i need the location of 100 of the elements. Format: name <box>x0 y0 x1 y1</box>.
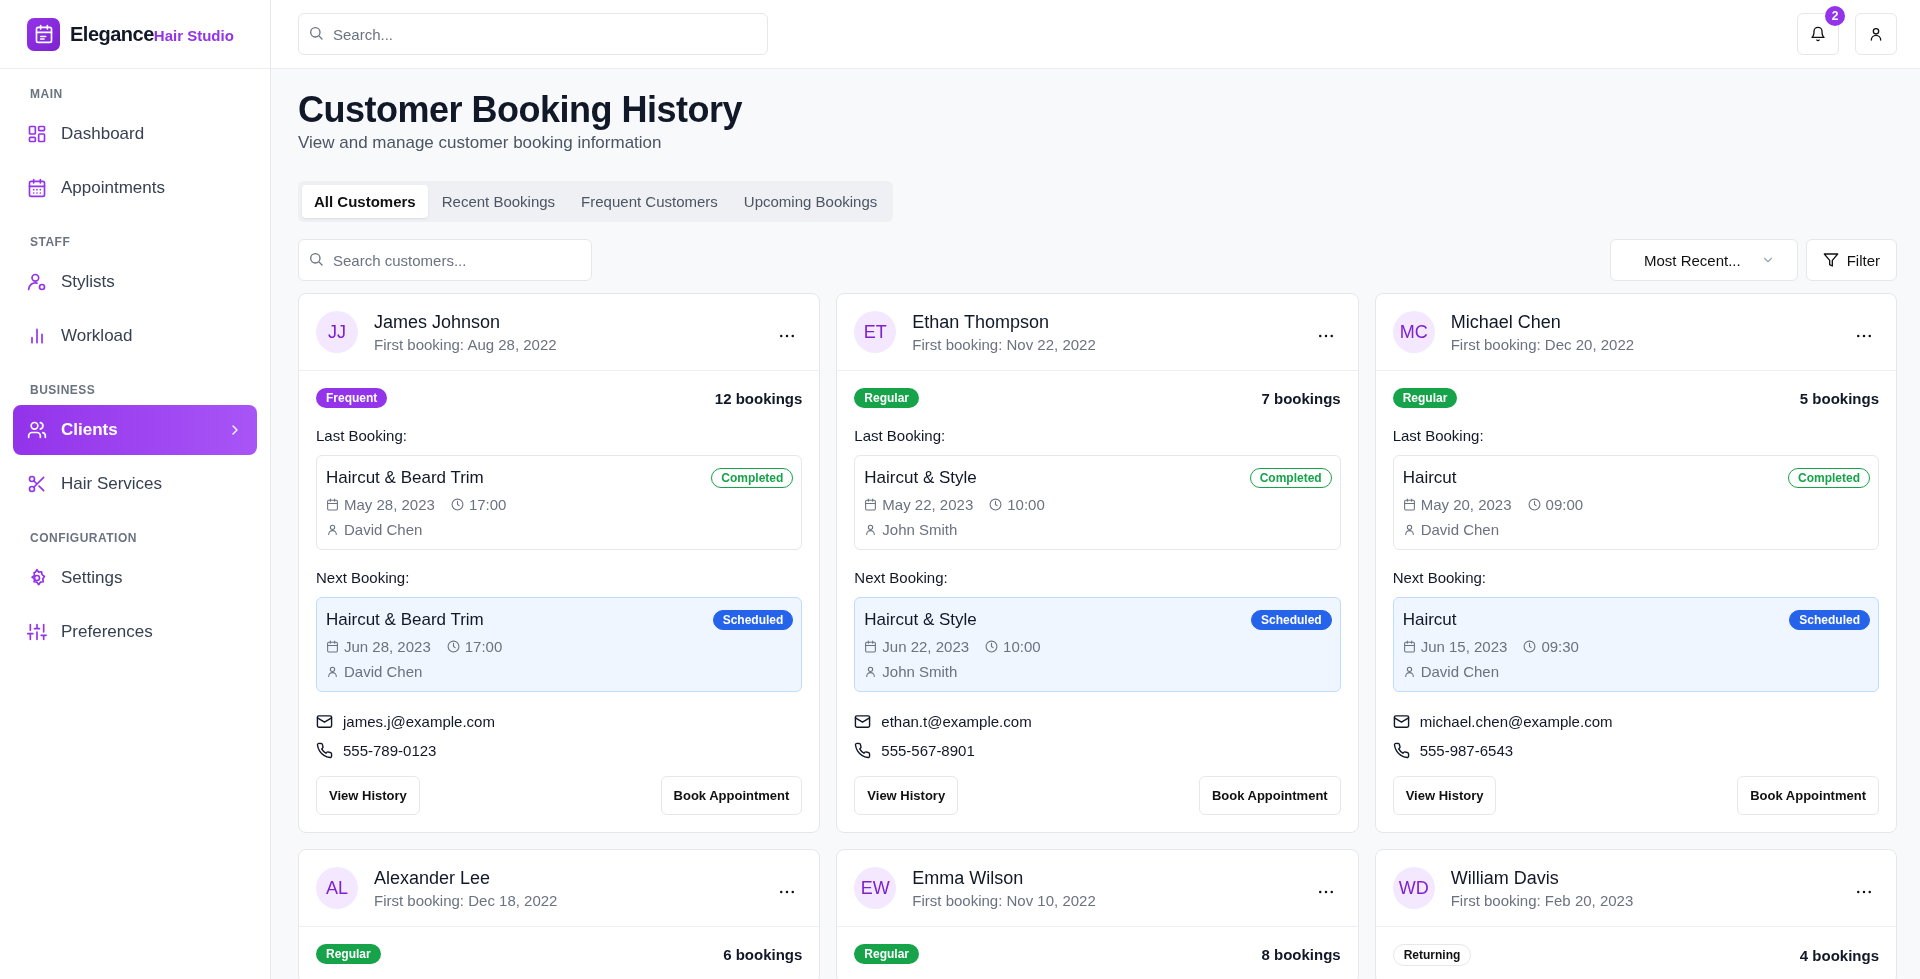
search-field[interactable]: Search... <box>298 13 768 55</box>
avatar: AL <box>316 867 358 909</box>
sort-dropdown[interactable]: Most Recent... <box>1609 239 1798 281</box>
booking-date: Jun 22, 2023 <box>882 638 970 655</box>
sidebar-item[interactable]: Hair Services <box>13 459 257 509</box>
booking-count: 12 bookings <box>714 389 803 407</box>
service-name: Haircut & Beard Trim <box>326 610 484 630</box>
customer-email: james.j@example.com <box>343 713 495 730</box>
section-heading: MAIN <box>29 86 64 103</box>
first-booking-date: First booking: Dec 18, 2022 <box>374 891 559 909</box>
stylist-name: David Chen <box>1420 521 1500 538</box>
service-name: Haircut <box>1402 610 1457 630</box>
service-name: Haircut & Style <box>864 468 977 488</box>
customer-name: Alexander Lee <box>374 867 492 889</box>
booking-count: 5 bookings <box>1799 389 1879 407</box>
mail-icon <box>1392 713 1410 730</box>
calendar-icon <box>326 640 339 653</box>
customer-tag: Regular <box>316 944 381 964</box>
booking-heading: Next Booking: <box>316 569 411 586</box>
mail-icon <box>316 713 333 730</box>
customer-email: michael.chen@example.com <box>1419 713 1613 730</box>
booking-count: 4 bookings <box>1799 946 1879 964</box>
section-heading: CONFIGURATION <box>29 530 138 547</box>
booking-heading: Last Booking: <box>1392 427 1485 444</box>
customer-search-field[interactable]: Search customers... <box>298 239 592 281</box>
customer-name: William Davis <box>1450 867 1560 889</box>
customer-phone: 555-987-6543 <box>1419 742 1514 759</box>
customer-email: ethan.t@example.com <box>881 713 1032 730</box>
calendar-icon <box>326 498 339 511</box>
sidebar-item[interactable]: Dashboard <box>13 109 257 159</box>
clock-icon <box>450 498 464 511</box>
more-icon <box>1318 889 1333 894</box>
sliders-icon <box>27 622 47 642</box>
view-history-button[interactable]: View History <box>1392 776 1497 815</box>
person-icon <box>1402 665 1416 678</box>
stylist-name: David Chen <box>344 521 423 538</box>
user-icon <box>1868 26 1884 42</box>
book-appointment-button[interactable]: Book Appointment <box>660 776 803 815</box>
calendar-icon <box>27 178 47 198</box>
avatar: MC <box>1392 311 1435 353</box>
tab[interactable]: Recent Bookings <box>429 185 568 218</box>
sidebar-item[interactable]: Workload <box>13 311 257 361</box>
first-booking-date: First booking: Nov 22, 2022 <box>912 335 1097 353</box>
filter-button[interactable]: Filter <box>1805 239 1897 281</box>
booking-time: 09:30 <box>1541 638 1579 655</box>
notifications-button[interactable] <box>1797 13 1839 55</box>
booking-count: 8 bookings <box>1261 945 1341 963</box>
sidebar-item[interactable]: Clients <box>13 405 257 455</box>
customer-tag: Returning <box>1392 944 1472 966</box>
view-history-button[interactable]: View History <box>316 776 420 815</box>
view-history-button[interactable]: View History <box>854 776 959 815</box>
service-name: Haircut & Style <box>864 610 977 630</box>
booking-date: Jun 28, 2023 <box>344 638 431 655</box>
status-badge: Completed <box>1249 468 1332 488</box>
avatar: JJ <box>316 311 358 353</box>
sidebar-item[interactable]: Stylists <box>13 257 257 307</box>
clock-icon <box>989 498 1003 511</box>
customer-phone: 555-567-8901 <box>881 742 975 759</box>
stylist-name: John Smith <box>882 521 958 538</box>
avatar: ET <box>854 311 897 353</box>
calendar-icon <box>1402 498 1416 511</box>
customer-name: Michael Chen <box>1450 311 1562 333</box>
customer-tag: Regular <box>1392 388 1458 408</box>
person-icon <box>864 665 878 678</box>
section-heading: BUSINESS <box>29 382 97 399</box>
tab[interactable]: Frequent Customers <box>569 185 730 218</box>
customer-tag: Frequent <box>316 388 388 408</box>
profile-button[interactable] <box>1855 13 1897 55</box>
book-appointment-button[interactable]: Book Appointment <box>1198 776 1341 815</box>
book-appointment-button[interactable]: Book Appointment <box>1737 776 1879 815</box>
booking-time: 17:00 <box>464 638 503 655</box>
first-booking-date: First booking: Dec 20, 2022 <box>1450 335 1636 353</box>
sidebar-item[interactable]: Settings <box>13 553 257 603</box>
more-icon <box>1857 889 1871 894</box>
filter-icon <box>1822 252 1839 268</box>
tab[interactable]: All Customers <box>302 185 428 218</box>
bell-icon <box>1810 26 1826 42</box>
person-icon <box>1402 523 1416 536</box>
person-icon <box>864 523 878 536</box>
booking-heading: Next Booking: <box>1392 569 1488 586</box>
clock-icon <box>446 640 460 653</box>
scissors-icon <box>27 474 47 494</box>
notification-badge: 2 <box>1825 6 1845 26</box>
customer-name: Ethan Thompson <box>912 311 1051 333</box>
clock-icon <box>1523 640 1537 653</box>
sidebar-item[interactable]: Preferences <box>13 607 257 657</box>
page-subtitle: View and manage customer booking information <box>298 133 663 153</box>
person-icon <box>326 523 339 536</box>
more-icon <box>780 333 795 338</box>
stylist-name: John Smith <box>882 663 958 680</box>
sidebar-item[interactable]: Appointments <box>13 163 257 213</box>
grid-icon <box>27 124 47 144</box>
stylist-name: David Chen <box>344 663 423 680</box>
page-title: Customer Booking History <box>298 89 744 131</box>
logo-icon <box>27 17 60 51</box>
section-heading: STAFF <box>29 234 72 251</box>
phone-icon <box>854 742 872 759</box>
clock-icon <box>1527 498 1541 511</box>
booking-heading: Next Booking: <box>854 569 949 586</box>
tab[interactable]: Upcoming Bookings <box>731 185 890 218</box>
